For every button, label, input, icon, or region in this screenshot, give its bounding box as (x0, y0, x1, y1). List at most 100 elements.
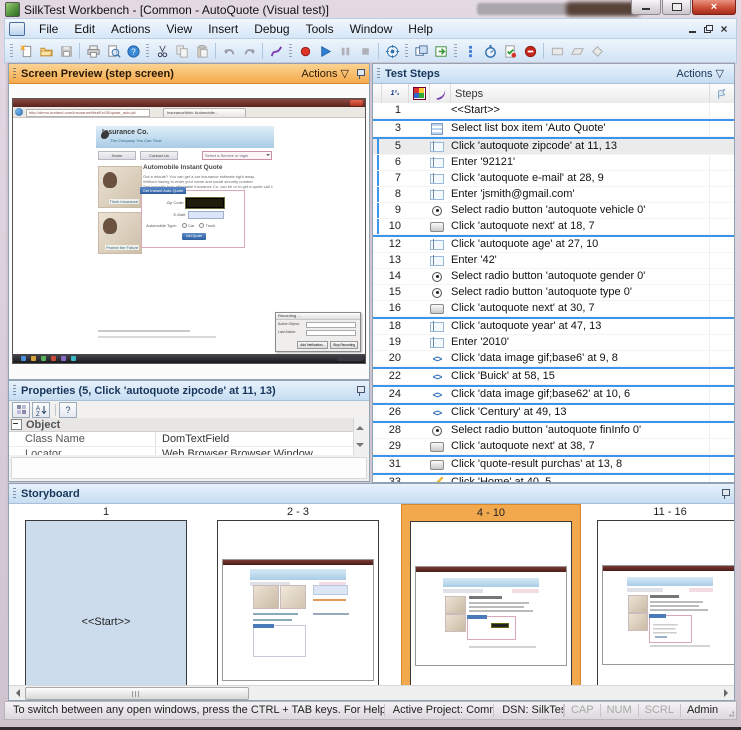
error-flag-button[interactable] (520, 41, 540, 61)
maximize-button[interactable] (662, 0, 691, 15)
mdi-close-button[interactable]: × (716, 22, 732, 36)
step-flag-cell[interactable] (709, 457, 734, 472)
test-step-row[interactable]: 24 Click 'data image gif;base62' at 10, … (373, 385, 734, 403)
print-button[interactable] (83, 41, 103, 61)
verify-button[interactable] (500, 41, 520, 61)
step-flag-cell[interactable] (709, 171, 734, 186)
storyboard-header[interactable]: Storyboard (9, 484, 734, 504)
test-step-row[interactable]: 26 Click 'Century' at 49, 13 (373, 403, 734, 421)
test-step-row[interactable]: 5 Click 'autoquote zipcode' at 11, 13 (373, 137, 734, 155)
mdi-minimize-button[interactable] (684, 22, 700, 36)
export-button[interactable] (431, 41, 451, 61)
menu-item-insert[interactable]: Insert (200, 20, 246, 38)
toolbar-drag-handle[interactable] (289, 44, 292, 58)
storyboard-thumbnail-11-16[interactable]: 11 - 16 (595, 504, 734, 686)
step-flag-cell[interactable] (709, 335, 734, 350)
play-button[interactable] (315, 41, 335, 61)
test-step-row[interactable]: 9 Select radio button 'autoquote vehicle… (373, 203, 734, 219)
step-flag-cell[interactable] (709, 139, 734, 154)
menu-item-tools[interactable]: Tools (298, 20, 342, 38)
pin-icon[interactable] (355, 385, 365, 397)
test-step-row[interactable]: 14 Select radio button 'autoquote gender… (373, 269, 734, 285)
menu-item-actions[interactable]: Actions (103, 20, 158, 38)
test-step-row[interactable]: 1 <<Start>> (373, 103, 734, 119)
thumbnail-image[interactable]: <<Start>> (25, 520, 187, 686)
screen-preview-actions-menu[interactable]: Actions ▽ (301, 67, 349, 80)
step-flag-cell[interactable] (709, 121, 734, 136)
mdi-document-icon[interactable] (9, 22, 25, 36)
print-preview-button[interactable] (103, 41, 123, 61)
resize-grip[interactable] (726, 708, 734, 718)
test-step-row[interactable]: 6 Enter '92121' (373, 155, 734, 171)
properties-header[interactable]: Properties (5, Click 'autoquote zipcode'… (9, 381, 369, 401)
test-step-row[interactable]: 3 Select list box item 'Auto Quote' (373, 119, 734, 137)
toolbar-drag-handle[interactable] (10, 44, 13, 58)
step-flag-cell[interactable] (709, 155, 734, 170)
test-step-row[interactable]: 18 Click 'autoquote year' at 47, 13 (373, 317, 734, 335)
steps-column-label[interactable]: Steps (451, 84, 710, 103)
menu-item-file[interactable]: File (31, 20, 66, 38)
step-flag-cell[interactable] (709, 351, 734, 366)
new-visual-test-button[interactable] (16, 41, 36, 61)
test-step-row[interactable]: 7 Click 'autoquote e-mail' at 28, 9 (373, 171, 734, 187)
timer-button[interactable] (480, 41, 500, 61)
property-row[interactable]: Class Name DomTextField (9, 432, 354, 447)
action-column-icon[interactable] (433, 87, 447, 101)
pin-icon[interactable] (355, 68, 365, 80)
step-flag-cell[interactable] (709, 253, 734, 268)
categorized-button[interactable] (12, 402, 30, 418)
step-flag-cell[interactable] (709, 187, 734, 202)
screen-preview-header[interactable]: Screen Preview (step screen) Actions ▽ (9, 64, 369, 84)
test-step-row[interactable]: 22 Click 'Buick' at 58, 15 (373, 367, 734, 385)
panel-drag-handle[interactable] (377, 68, 380, 79)
panel-drag-handle[interactable] (13, 68, 16, 79)
toolbar-drag-handle[interactable] (146, 44, 149, 58)
sort-alphabetical-button[interactable]: AZ (32, 402, 50, 418)
test-step-row[interactable]: 31 Click 'quote-result purchas' at 13, 8 (373, 455, 734, 473)
test-step-row[interactable]: 16 Click 'autoquote next' at 30, 7 (373, 301, 734, 317)
menu-item-help[interactable]: Help (400, 20, 441, 38)
test-step-row[interactable]: 29 Click 'autoquote next' at 38, 7 (373, 439, 734, 455)
scroll-right-button[interactable] (719, 687, 733, 699)
step-flag-cell[interactable] (709, 219, 734, 234)
test-step-row[interactable]: 20 Click 'data image gif;base6' at 9, 8 (373, 351, 734, 367)
thumbnail-image[interactable] (410, 521, 572, 686)
flag-column-icon[interactable] (710, 84, 734, 103)
menu-item-window[interactable]: Window (342, 20, 401, 38)
step-flag-cell[interactable] (709, 237, 734, 252)
minimize-button[interactable] (631, 0, 661, 15)
window-layout-button[interactable] (411, 41, 431, 61)
menu-item-view[interactable]: View (158, 20, 200, 38)
collapse-icon[interactable] (11, 419, 22, 430)
category-row-object[interactable]: Object (9, 418, 354, 432)
step-flag-cell[interactable] (709, 203, 734, 218)
title-bar[interactable]: SilkTest Workbench - [Common - AutoQuote… (0, 0, 741, 18)
toolbar-drag-handle[interactable] (405, 44, 408, 58)
storyboard-thumbnail-1[interactable]: 1 <<Start>> (17, 504, 195, 686)
test-step-row[interactable]: 15 Select radio button 'autoquote type 0… (373, 285, 734, 301)
identify-object-button[interactable] (382, 41, 402, 61)
test-step-row[interactable]: 33 Click 'Home' at 40, 5 (373, 473, 734, 482)
step-flag-cell[interactable] (709, 319, 734, 334)
hscroll-thumb[interactable] (25, 687, 249, 700)
test-steps-actions-menu[interactable]: Actions ▽ (676, 67, 724, 80)
test-step-row[interactable]: 8 Enter 'jsmith@gmail.com' (373, 187, 734, 203)
test-step-row[interactable]: 12 Click 'autoquote age' at 27, 10 (373, 235, 734, 253)
step-flag-cell[interactable] (709, 301, 734, 316)
test-step-row[interactable]: 28 Select radio button 'autoquote finInf… (373, 421, 734, 439)
storyboard-thumbnail-2-3[interactable]: 2 - 3 (209, 504, 387, 686)
properties-help-button[interactable]: ? (59, 402, 77, 418)
step-flag-cell[interactable] (709, 103, 734, 118)
step-flag-cell[interactable] (709, 285, 734, 300)
step-flag-cell[interactable] (709, 475, 734, 482)
pin-icon[interactable] (720, 488, 730, 500)
properties-scrollbar[interactable] (353, 418, 369, 455)
cut-button[interactable] (152, 41, 172, 61)
storyboard-thumbnail-4-10[interactable]: 4 - 10 (401, 504, 581, 686)
object-column-icon[interactable] (413, 87, 426, 100)
scroll-left-button[interactable] (10, 687, 24, 699)
menu-item-debug[interactable]: Debug (246, 20, 297, 38)
step-flag-cell[interactable] (709, 387, 734, 402)
test-steps-header[interactable]: Test Steps Actions ▽ (373, 64, 734, 84)
record-button[interactable] (295, 41, 315, 61)
